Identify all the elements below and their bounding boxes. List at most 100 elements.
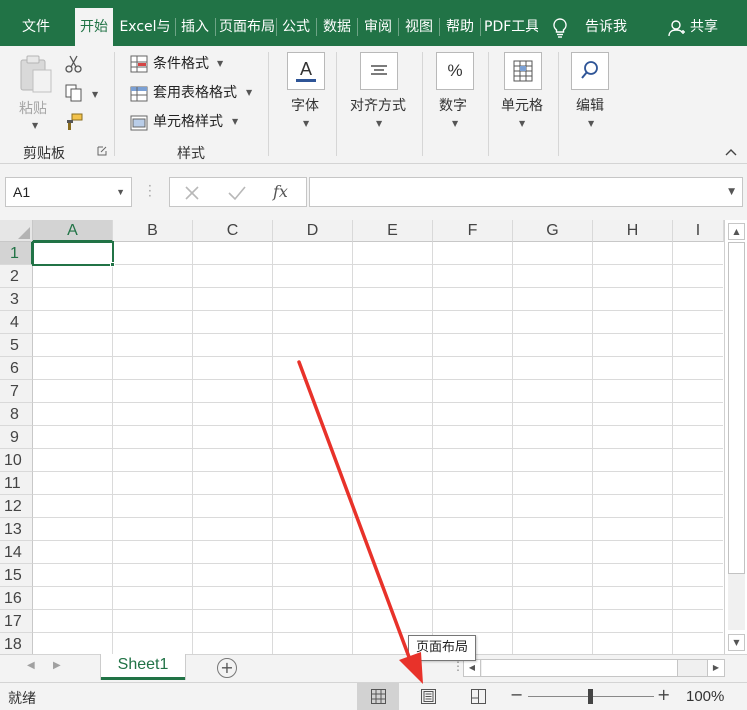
horizontal-scrollbar[interactable]: ◀ ▶ [463, 659, 725, 677]
sheet-next-icon[interactable]: ▶ [53, 660, 61, 671]
row-header-12[interactable]: 12 [0, 495, 33, 518]
copy-icon[interactable] [64, 83, 84, 103]
row-header-5[interactable]: 5 [0, 334, 33, 357]
row-header-13[interactable]: 13 [0, 518, 33, 541]
row-header-2[interactable]: 2 [0, 265, 33, 288]
column-header-d[interactable]: D [273, 220, 353, 242]
page-break-view-button[interactable] [457, 683, 499, 710]
lightbulb-icon [553, 18, 567, 38]
row-header-10[interactable]: 10 [0, 449, 33, 472]
share-button[interactable]: 共享 [668, 8, 738, 46]
editing-button[interactable]: 编辑 ▼ [568, 52, 614, 138]
row-header-3[interactable]: 3 [0, 288, 33, 311]
zoom-level[interactable]: 100% [686, 688, 724, 705]
row-header-4[interactable]: 4 [0, 311, 33, 334]
drag-handle-icon[interactable]: · · · [148, 180, 152, 202]
chevron-down-icon: ▼ [217, 59, 224, 68]
row-header-1[interactable]: 1 [0, 242, 33, 265]
tab-help[interactable]: 帮助 [441, 8, 479, 46]
zoom-in-button[interactable]: + [657, 685, 670, 704]
tab-review[interactable]: 审阅 [359, 8, 397, 46]
search-icon [571, 52, 609, 90]
paste-button[interactable]: 粘贴 ▼ [14, 52, 58, 132]
name-box[interactable]: A1 ▼ [5, 177, 132, 207]
svg-text:A: A [300, 59, 312, 79]
font-button[interactable]: A 字体 ▼ [282, 52, 330, 138]
chevron-down-icon: ▼ [588, 119, 595, 128]
row-header-6[interactable]: 6 [0, 357, 33, 380]
formula-input[interactable]: ▼ [309, 177, 743, 207]
horizontal-scroll-thumb[interactable] [482, 660, 678, 676]
column-header-h[interactable]: H [593, 220, 673, 242]
cells-icon [504, 52, 542, 90]
tab-pdf-tools[interactable]: PDF工具 [482, 8, 538, 46]
cancel-icon[interactable] [183, 184, 201, 202]
column-header-i[interactable]: I [673, 220, 724, 242]
add-sheet-icon[interactable]: + [217, 658, 237, 678]
tooltip: 页面布局 [408, 635, 476, 661]
chevron-down-icon[interactable]: ▼ [116, 178, 125, 206]
chevron-down-icon: ▼ [376, 119, 383, 128]
vertical-scroll-thumb[interactable] [728, 242, 745, 574]
conditional-format-label: 条件格式 [153, 56, 209, 72]
tab-page-layout[interactable]: 页面布局 [217, 8, 275, 46]
tab-home[interactable]: 开始 [75, 8, 113, 46]
ribbon-tab-bar: 文件 开始 Excel与 插入 页面布局 公式 数据 审阅 视图 帮助 PDF工… [0, 0, 747, 46]
vertical-scrollbar[interactable]: ▲ ▼ [724, 220, 747, 654]
tab-view[interactable]: 视图 [400, 8, 438, 46]
row-header-16[interactable]: 16 [0, 587, 33, 610]
dialog-launcher-icon[interactable] [97, 146, 107, 156]
column-header-f[interactable]: F [433, 220, 513, 242]
page-layout-view-button[interactable] [407, 683, 449, 710]
row-header-18[interactable]: 18 [0, 633, 33, 654]
tab-excel-addin[interactable]: Excel与 [116, 8, 174, 46]
cut-icon[interactable] [64, 54, 84, 74]
ribbon: 粘贴 ▼ ▼ 剪贴板 条件格式 ▼ 套用表格格式 ▼ 单元格样式 ▼ 样式 A … [0, 46, 747, 164]
row-header-8[interactable]: 8 [0, 403, 33, 426]
zoom-out-button[interactable]: − [510, 685, 523, 704]
scroll-right-icon[interactable]: ▶ [707, 660, 724, 676]
editing-label: 编辑 [576, 98, 604, 114]
scroll-down-icon[interactable]: ▼ [728, 634, 745, 651]
column-header-b[interactable]: B [113, 220, 193, 242]
paste-dropdown-icon[interactable]: ▼ [32, 121, 38, 130]
column-header-a[interactable]: A [33, 220, 113, 242]
row-header-14[interactable]: 14 [0, 541, 33, 564]
check-icon[interactable] [227, 184, 247, 202]
chevron-down-icon: ▼ [452, 119, 459, 128]
fill-handle[interactable] [110, 262, 115, 267]
cells-button[interactable]: 单元格 ▼ [498, 52, 548, 138]
sheet-tab[interactable]: Sheet1 [101, 654, 185, 680]
number-label: 数字 [439, 98, 467, 114]
tab-formulas[interactable]: 公式 [278, 8, 314, 46]
paste-label: 粘贴 [19, 101, 47, 117]
split-handle-icon[interactable]: ⋮ [452, 659, 464, 673]
row-header-7[interactable]: 7 [0, 380, 33, 403]
expand-formula-icon[interactable]: ▼ [728, 187, 735, 197]
row-header-9[interactable]: 9 [0, 426, 33, 449]
tab-file[interactable]: 文件 [8, 8, 64, 46]
select-all-button[interactable] [0, 220, 33, 242]
column-header-c[interactable]: C [193, 220, 273, 242]
tab-insert[interactable]: 插入 [177, 8, 213, 46]
row-header-17[interactable]: 17 [0, 610, 33, 633]
tell-me-label: 告诉我 [585, 19, 627, 35]
collapse-ribbon-icon[interactable] [724, 147, 738, 157]
scroll-up-icon[interactable]: ▲ [728, 223, 745, 240]
scroll-left-icon[interactable]: ◀ [464, 660, 481, 676]
sheet-prev-icon[interactable]: ◀ [27, 660, 35, 671]
tab-data[interactable]: 数据 [318, 8, 356, 46]
column-header-e[interactable]: E [353, 220, 433, 242]
column-header-g[interactable]: G [513, 220, 593, 242]
row-header-15[interactable]: 15 [0, 564, 33, 587]
insert-function-button[interactable]: fx [273, 182, 288, 201]
format-painter-icon[interactable] [64, 112, 84, 132]
copy-dropdown-icon[interactable]: ▼ [92, 90, 98, 99]
row-header-11[interactable]: 11 [0, 472, 33, 495]
zoom-slider-thumb[interactable] [588, 689, 593, 704]
number-format-button[interactable]: % 数字 ▼ [434, 52, 478, 138]
alignment-button[interactable]: 对齐方式 ▼ [348, 52, 412, 138]
cell-area[interactable] [33, 242, 723, 654]
active-cell[interactable] [32, 241, 114, 266]
normal-view-button[interactable] [357, 683, 399, 710]
